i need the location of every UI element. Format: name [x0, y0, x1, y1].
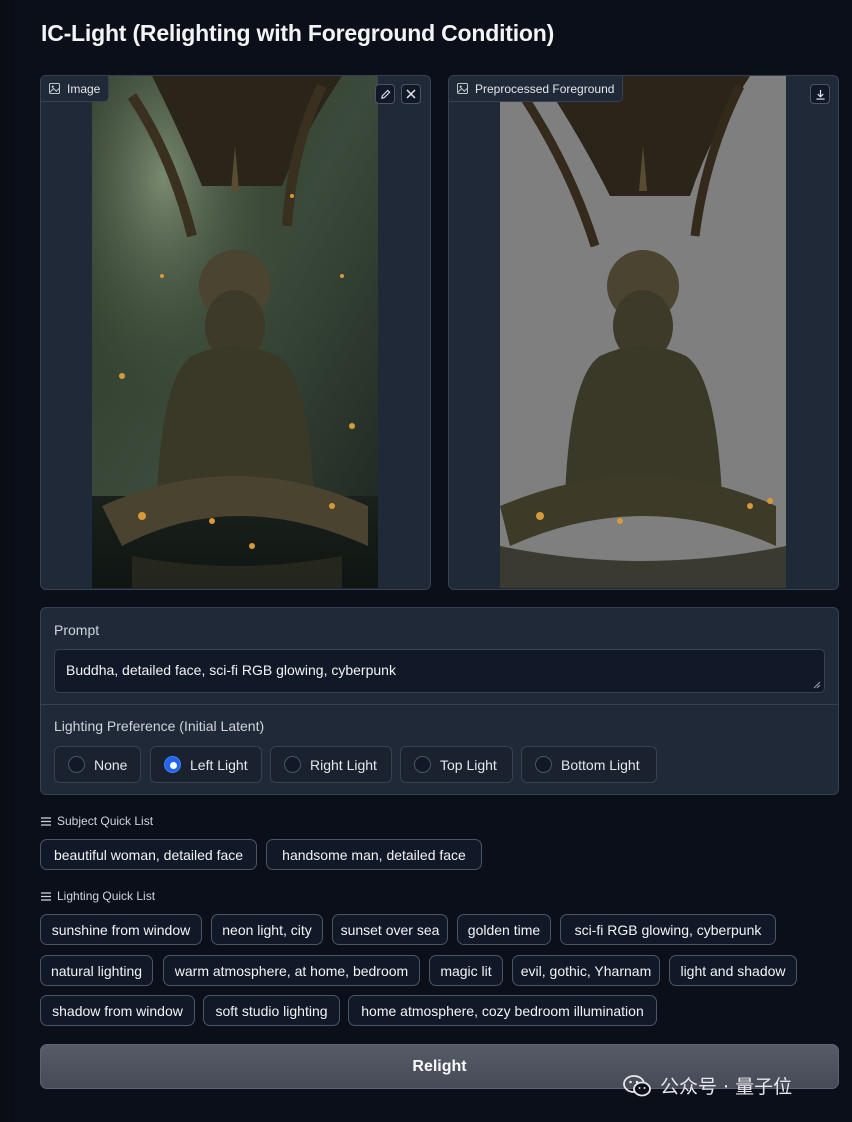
- radio-none[interactable]: None: [54, 746, 141, 783]
- image-input-panel[interactable]: Image: [40, 75, 431, 590]
- subject-quick-list-label: Subject Quick List: [41, 814, 153, 828]
- preprocessed-foreground-panel: Preprocessed Foreground: [448, 75, 839, 590]
- subject-chip[interactable]: handsome man, detailed face: [266, 839, 482, 870]
- list-icon: [41, 816, 51, 826]
- watermark: 公众号 · 量子位: [622, 1072, 792, 1099]
- lighting-chip[interactable]: natural lighting: [40, 955, 153, 986]
- watermark-text: 公众号 · 量子位: [660, 1076, 793, 1098]
- image-icon: [49, 83, 60, 94]
- radio-label: Bottom Light: [561, 756, 640, 773]
- divider: [41, 704, 838, 705]
- resize-grip-icon[interactable]: [813, 681, 821, 689]
- close-icon: [406, 89, 416, 99]
- lighting-chip[interactable]: sci-fi RGB glowing, cyberpunk: [560, 914, 776, 945]
- radio-right-light[interactable]: Right Light: [270, 746, 392, 783]
- left-edge: [0, 0, 15, 1122]
- image-panel-label: Image: [41, 76, 110, 102]
- lighting-chip[interactable]: neon light, city: [211, 914, 323, 945]
- list-icon: [41, 891, 51, 901]
- edit-button[interactable]: [375, 84, 395, 104]
- subject-chip[interactable]: beautiful woman, detailed face: [40, 839, 257, 870]
- radio-dot: [284, 756, 301, 773]
- radio-dot: [535, 756, 552, 773]
- lighting-quick-list-label: Lighting Quick List: [41, 889, 155, 903]
- lighting-chip[interactable]: shadow from window: [40, 995, 195, 1026]
- page-title: IC-Light (Relighting with Foreground Con…: [41, 20, 555, 46]
- radio-top-light[interactable]: Top Light: [400, 746, 513, 783]
- foreground-panel-title: Preprocessed Foreground: [475, 81, 615, 96]
- lighting-chip[interactable]: warm atmosphere, at home, bedroom: [163, 955, 420, 986]
- input-image: [92, 76, 378, 588]
- prompt-label: Prompt: [54, 622, 100, 638]
- image-panel-title: Image: [67, 81, 101, 96]
- radio-dot: [414, 756, 431, 773]
- foreground-panel-label: Preprocessed Foreground: [449, 76, 624, 102]
- settings-block: Prompt Buddha, detailed face, sci-fi RGB…: [40, 607, 839, 795]
- radio-dot: [68, 756, 85, 773]
- pencil-icon: [380, 89, 390, 99]
- image-icon: [457, 83, 468, 94]
- radio-label: Left Light: [190, 756, 248, 773]
- foreground-image: [500, 76, 786, 588]
- lighting-chip[interactable]: magic lit: [429, 955, 503, 986]
- radio-left-light[interactable]: Left Light: [150, 746, 262, 783]
- prompt-value: Buddha, detailed face, sci-fi RGB glowin…: [66, 662, 396, 678]
- lighting-chip[interactable]: sunshine from window: [40, 914, 202, 945]
- app-root: IC-Light (Relighting with Foreground Con…: [15, 0, 852, 1122]
- download-icon: [815, 89, 825, 100]
- lighting-chip[interactable]: golden time: [457, 914, 551, 945]
- lighting-chip[interactable]: sunset over sea: [332, 914, 448, 945]
- lighting-chip[interactable]: light and shadow: [669, 955, 797, 986]
- download-button[interactable]: [810, 84, 830, 104]
- prompt-textarea[interactable]: Buddha, detailed face, sci-fi RGB glowin…: [54, 649, 825, 693]
- radio-label: Top Light: [440, 756, 497, 773]
- radio-bottom-light[interactable]: Bottom Light: [521, 746, 657, 783]
- lighting-chip[interactable]: soft studio lighting: [203, 995, 340, 1026]
- lighting-chip[interactable]: home atmosphere, cozy bedroom illuminati…: [348, 995, 657, 1026]
- radio-label: None: [94, 756, 128, 773]
- wechat-icon: [623, 1074, 651, 1096]
- radio-dot: [164, 756, 181, 773]
- lighting-chip[interactable]: evil, gothic, Yharnam: [512, 955, 660, 986]
- lighting-preference-label: Lighting Preference (Initial Latent): [54, 718, 265, 734]
- clear-image-button[interactable]: [401, 84, 421, 104]
- radio-label: Right Light: [310, 756, 377, 773]
